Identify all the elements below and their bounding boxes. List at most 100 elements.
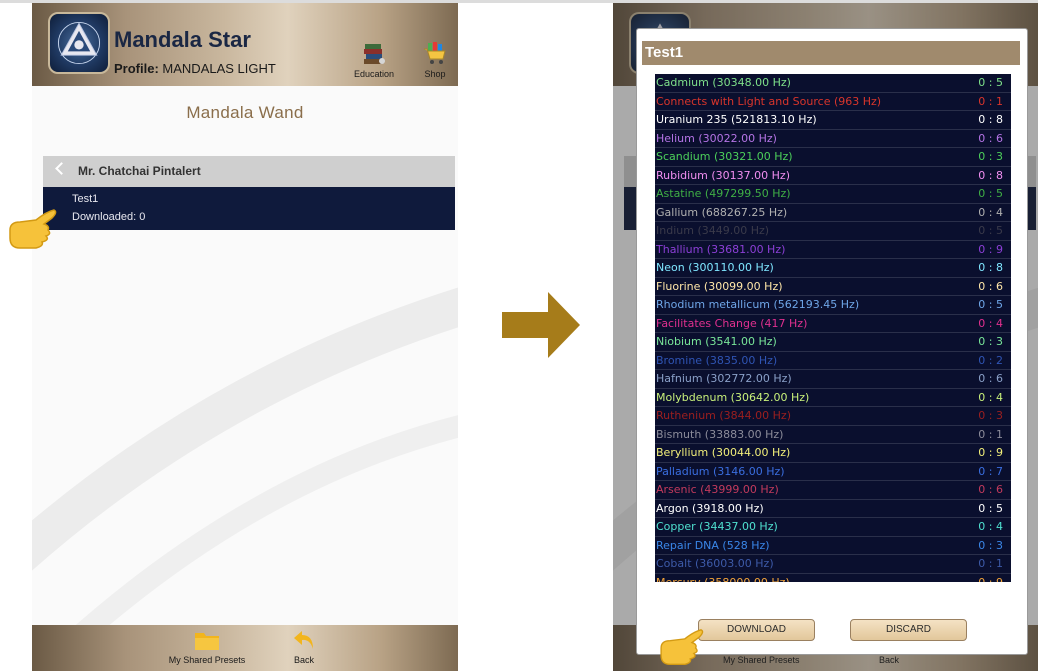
item-count: 0 : 3: [978, 150, 1003, 163]
pointing-hand-icon: [660, 629, 704, 666]
list-item[interactable]: Astatine (497299.50 Hz) 0 : 5: [655, 185, 1011, 204]
item-count: 0 : 4: [978, 205, 1003, 219]
list-item[interactable]: Thallium (33681.00 Hz) 0 : 9: [655, 241, 1011, 259]
item-name: Rubidium (30137.00 Hz): [656, 168, 790, 182]
back-arrow-icon: [294, 631, 313, 649]
item-name: Bromine (3835.00 Hz): [656, 353, 778, 367]
list-item[interactable]: Beryllium (30044.00 Hz) 0 : 9: [655, 444, 1011, 463]
page-title: Mandala Wand: [186, 103, 304, 122]
item-name: Neon (300110.00 Hz): [656, 261, 774, 274]
item-count: 0 : 3: [978, 538, 1003, 552]
item-name: Repair DNA (528 Hz): [656, 538, 770, 552]
list-item[interactable]: Bromine (3835.00 Hz) 0 : 2: [655, 352, 1011, 370]
shop-button[interactable]: Shop: [422, 40, 448, 79]
app-title: Mandala Star: [114, 27, 251, 52]
item-name: Thallium (33681.00 Hz): [656, 242, 786, 256]
list-item[interactable]: Rubidium (30137.00 Hz) 0 : 8: [655, 167, 1011, 185]
app-footer: My Shared Presets Back: [32, 625, 458, 671]
item-count: 0 : 6: [978, 372, 1003, 385]
item-count: 0 : 8: [978, 261, 1003, 274]
list-item[interactable]: Mercury (358000.00 Hz) 0 : 9: [655, 574, 1011, 583]
app-logo: [48, 12, 110, 74]
item-count: 0 : 1: [978, 557, 1003, 570]
item-name: Gallium (688267.25 Hz): [656, 205, 788, 219]
item-name: Palladium (3146.00 Hz): [656, 464, 785, 478]
item-name: Molybdenum (30642.00 Hz): [656, 390, 810, 404]
list-item[interactable]: Rhodium metallicum (562193.45 Hz) 0 : 5: [655, 296, 1011, 315]
list-item[interactable]: Indium (3449.00 Hz) 0 : 5: [655, 222, 1011, 241]
preset-row[interactable]: Test1 Downloaded: 0: [43, 187, 455, 230]
folder-icon: [195, 633, 219, 650]
item-count: 0 : 7: [978, 464, 1003, 478]
item-count: 0 : 5: [978, 76, 1003, 89]
item-name: Cobalt (36003.00 Hz): [656, 557, 774, 570]
item-count: 0 : 3: [978, 409, 1003, 422]
item-count: 0 : 1: [978, 427, 1003, 441]
list-item[interactable]: Arsenic (43999.00 Hz) 0 : 6: [655, 481, 1011, 500]
item-name: Ruthenium (3844.00 Hz): [656, 409, 791, 422]
list-item[interactable]: Neon (300110.00 Hz) 0 : 8: [655, 259, 1011, 278]
group-header[interactable]: Mr. Chatchai Pintalert: [43, 156, 455, 187]
item-count: 0 : 8: [978, 168, 1003, 182]
item-count: 0 : 3: [978, 335, 1003, 348]
list-item[interactable]: Uranium 235 (521813.10 Hz) 0 : 8: [655, 111, 1011, 130]
shared-presets-button[interactable]: My Shared Presets: [162, 629, 252, 665]
item-name: Fluorine (30099.00 Hz): [656, 279, 783, 293]
item-name: Rhodium metallicum (562193.45 Hz): [656, 298, 860, 311]
download-button[interactable]: DOWNLOAD: [698, 619, 815, 641]
item-count: 0 : 4: [978, 520, 1003, 533]
item-count: 0 : 5: [978, 187, 1003, 200]
item-name: Astatine (497299.50 Hz): [656, 187, 791, 200]
chevron-down-icon: [55, 162, 68, 175]
item-count: 0 : 5: [978, 224, 1003, 237]
back-button[interactable]: Back: [284, 629, 324, 665]
item-count: 0 : 8: [978, 113, 1003, 126]
item-count: 0 : 4: [978, 316, 1003, 330]
discard-button[interactable]: DISCARD: [850, 619, 967, 641]
shop-label: Shop: [424, 69, 446, 79]
list-item[interactable]: Bismuth (33883.00 Hz) 0 : 1: [655, 426, 1011, 444]
item-count: 0 : 4: [978, 390, 1003, 404]
list-item[interactable]: Scandium (30321.00 Hz) 0 : 3: [655, 148, 1011, 167]
app-header: Mandala Star Profile: MANDALAS LIGHT Edu…: [32, 3, 458, 86]
list-item[interactable]: Argon (3918.00 Hz) 0 : 5: [655, 500, 1011, 518]
list-item[interactable]: Ruthenium (3844.00 Hz) 0 : 3: [655, 407, 1011, 426]
list-item[interactable]: Repair DNA (528 Hz) 0 : 3: [655, 537, 1011, 555]
list-item[interactable]: Molybdenum (30642.00 Hz) 0 : 4: [655, 389, 1011, 407]
item-name: Uranium 235 (521813.10 Hz): [656, 113, 817, 126]
item-count: 0 : 5: [978, 501, 1003, 515]
item-count: 0 : 6: [978, 483, 1003, 496]
profile-line: Profile: MANDALAS LIGHT: [114, 61, 276, 76]
books-icon: [364, 44, 386, 64]
list-item[interactable]: Helium (30022.00 Hz) 0 : 6: [655, 130, 1011, 148]
education-button[interactable]: Education: [354, 40, 394, 79]
list-item[interactable]: Fluorine (30099.00 Hz) 0 : 6: [655, 278, 1011, 296]
item-name: Beryllium (30044.00 Hz): [656, 446, 791, 459]
list-item[interactable]: Cobalt (36003.00 Hz) 0 : 1: [655, 555, 1011, 574]
list-item[interactable]: Copper (34437.00 Hz) 0 : 4: [655, 518, 1011, 537]
list-item[interactable]: Cadmium (30348.00 Hz) 0 : 5: [655, 74, 1011, 93]
pointing-hand-icon: [9, 209, 57, 249]
phone-screen-left: Mandala Star Profile: MANDALAS LIGHT Edu…: [32, 3, 458, 671]
list-item[interactable]: Hafnium (302772.00 Hz) 0 : 6: [655, 370, 1011, 389]
shared-presets-label: My Shared Presets: [168, 655, 246, 665]
list-item[interactable]: Connects with Light and Source (963 Hz) 0…: [655, 93, 1011, 111]
item-name: Hafnium (302772.00 Hz): [656, 372, 792, 385]
item-name: Scandium (30321.00 Hz): [656, 150, 793, 163]
profile-label: Profile:: [114, 61, 159, 76]
list-item[interactable]: Palladium (3146.00 Hz) 0 : 7: [655, 463, 1011, 481]
item-name: Facilitates Change (417 Hz): [656, 316, 808, 330]
item-name: Cadmium (30348.00 Hz): [656, 76, 791, 89]
back-label: Back: [293, 655, 314, 665]
item-count: 0 : 9: [978, 575, 1003, 583]
item-name: Connects with Light and Source (963 Hz): [656, 94, 882, 108]
frequency-list[interactable]: Cadmium (30348.00 Hz) 0 : 5 Connects with …: [655, 74, 1011, 582]
list-item[interactable]: Facilitates Change (417 Hz) 0 : 4: [655, 315, 1011, 333]
list-item[interactable]: Niobium (3541.00 Hz) 0 : 3: [655, 333, 1011, 352]
item-name: Mercury (358000.00 Hz): [656, 575, 790, 583]
group-name: Mr. Chatchai Pintalert: [78, 164, 201, 178]
item-count: 0 : 9: [978, 242, 1003, 256]
item-name: Bismuth (33883.00 Hz): [656, 427, 784, 441]
item-name: Niobium (3541.00 Hz): [656, 335, 777, 348]
list-item[interactable]: Gallium (688267.25 Hz) 0 : 4: [655, 204, 1011, 222]
